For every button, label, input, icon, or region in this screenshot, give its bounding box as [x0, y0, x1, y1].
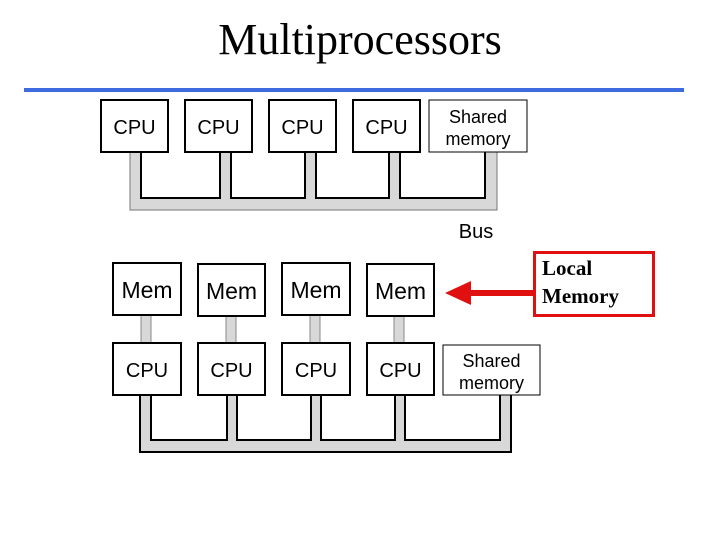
bottom-cpu-box: CPU [366, 342, 435, 396]
cpu-label: CPU [210, 360, 252, 382]
bus-label: Bus [459, 221, 493, 243]
top-cpu-box: CPU [352, 99, 421, 153]
callout-line2: Memory [542, 284, 619, 308]
cpu-label: CPU [197, 117, 239, 139]
top-bus [129, 152, 498, 211]
shared-memory-label-line2: memory [445, 129, 510, 149]
cpu-label: CPU [365, 117, 407, 139]
local-memory-callout: Local Memory [533, 251, 655, 317]
bottom-bus [139, 395, 512, 453]
callout-arrow [445, 281, 534, 305]
local-memory-box: Mem [112, 262, 182, 316]
cpu-label: CPU [126, 360, 168, 382]
local-memory-box: Mem [366, 263, 435, 317]
bottom-cpu-box: CPU [281, 342, 351, 396]
cpu-label: CPU [295, 360, 337, 382]
shared-memory-label-line1: Shared [462, 351, 520, 371]
mem-label: Mem [121, 277, 172, 303]
bottom-shared-memory-box: Shared memory [442, 344, 541, 396]
top-shared-memory-box: Shared memory [428, 99, 528, 153]
mem-cpu-connectors [140, 314, 405, 344]
shared-memory-label-line2: memory [459, 373, 524, 393]
cpu-label: CPU [281, 117, 323, 139]
callout-line1: Local [542, 256, 593, 280]
bottom-cpu-box: CPU [197, 342, 266, 396]
cpu-label: CPU [379, 360, 421, 382]
mem-label: Mem [375, 278, 426, 304]
top-cpu-box: CPU [184, 99, 253, 153]
mem-label: Mem [206, 278, 257, 304]
local-memory-box: Mem [281, 262, 351, 316]
top-cpu-box: CPU [268, 99, 337, 153]
top-cpu-box: CPU [100, 99, 169, 153]
mem-label: Mem [290, 277, 341, 303]
shared-memory-label-line1: Shared [449, 107, 507, 127]
local-memory-box: Mem [197, 263, 266, 317]
cpu-label: CPU [113, 117, 155, 139]
bottom-cpu-box: CPU [112, 342, 182, 396]
